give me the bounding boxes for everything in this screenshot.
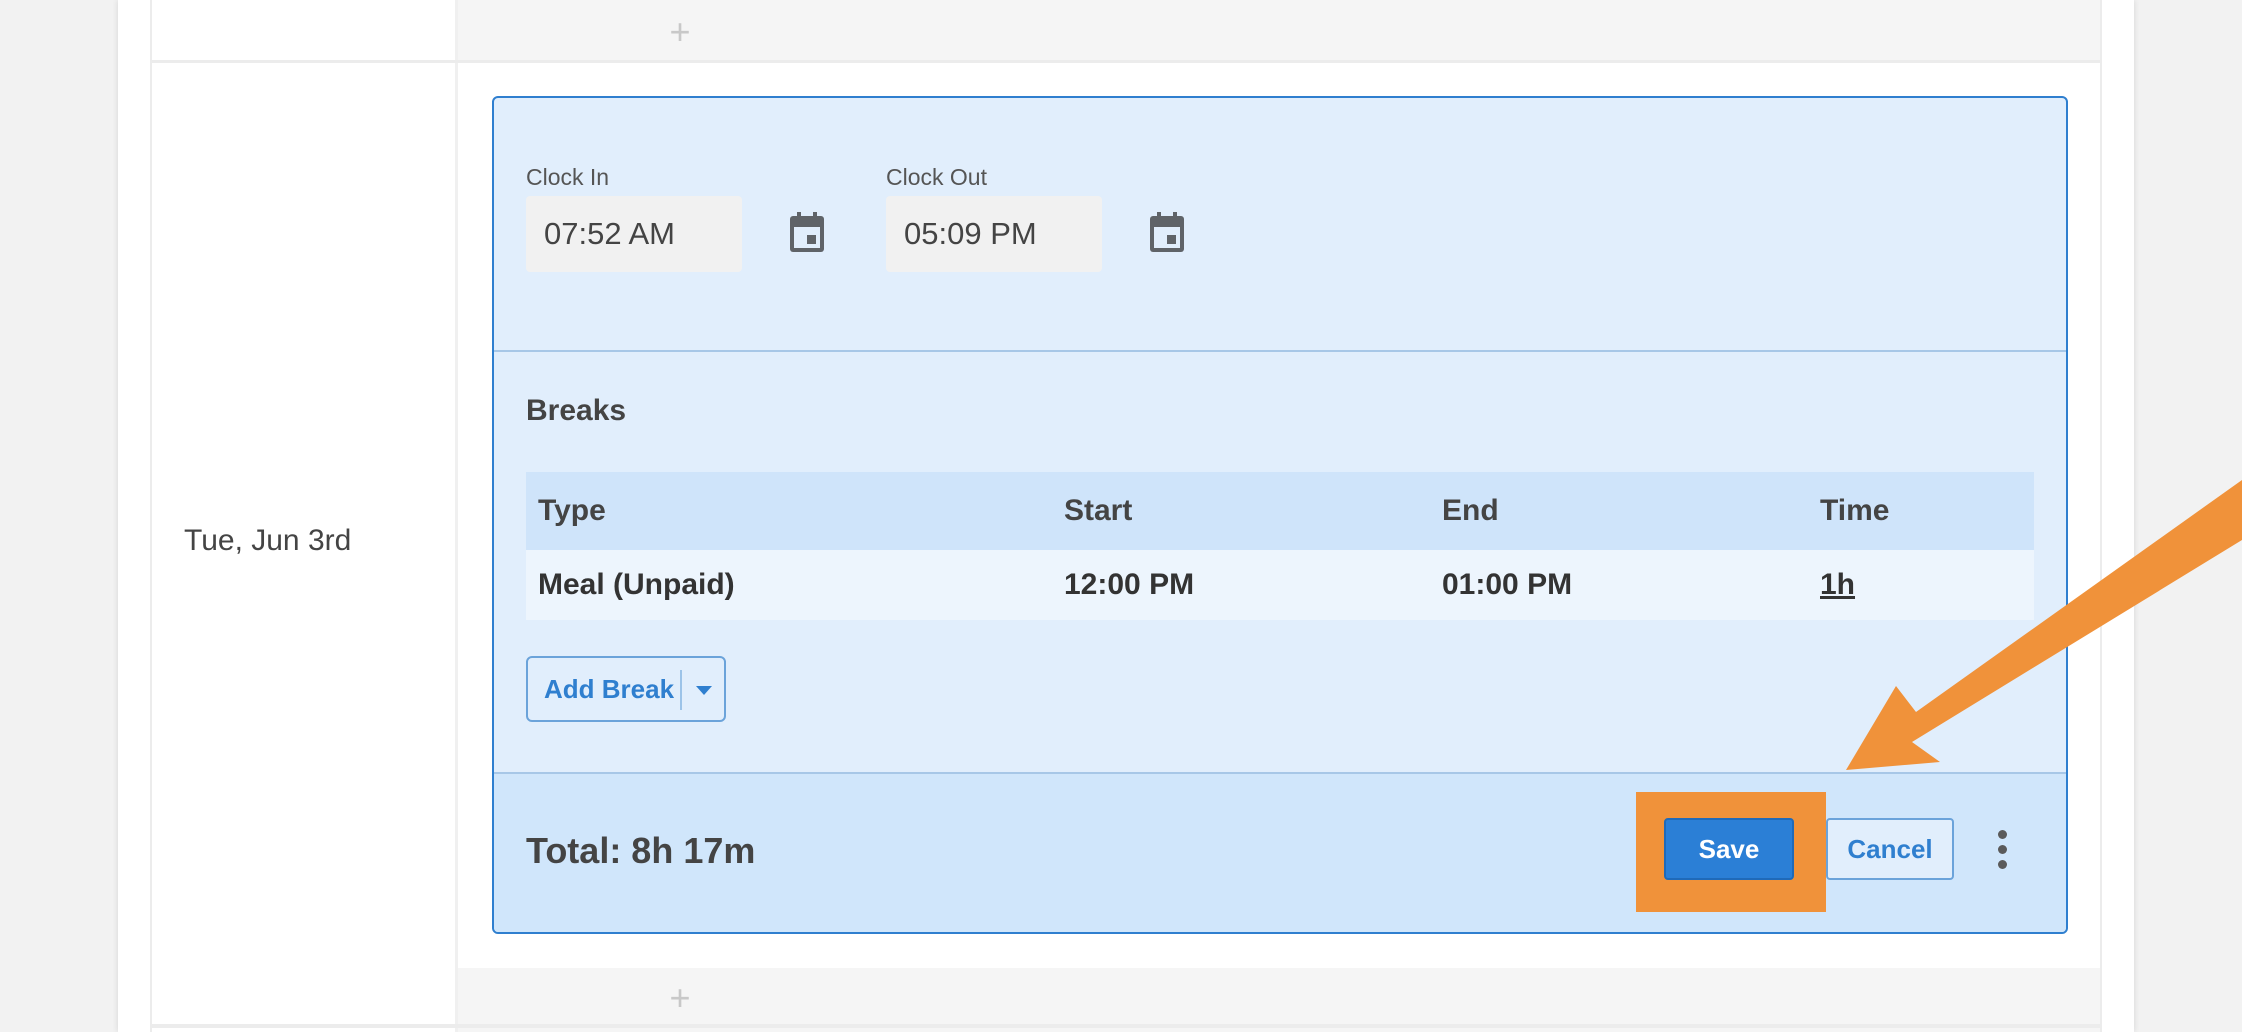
add-entry-plus-icon[interactable]: + (660, 12, 700, 52)
time-entry-editor: Clock In 07:52 AM Clock Out 05:09 PM Bre… (492, 96, 2068, 934)
add-entry-plus-icon[interactable]: + (660, 978, 700, 1018)
clock-out-input[interactable]: 05:09 PM (886, 196, 1102, 272)
editor-footer: Total: 8h 17m Save Cancel (494, 772, 2066, 932)
save-button[interactable]: Save (1664, 818, 1794, 880)
add-break-button[interactable]: Add Break (526, 656, 726, 722)
break-start: 12:00 PM (1064, 568, 1195, 601)
row-divider (150, 60, 2102, 63)
column-header-start: Start (1064, 494, 1133, 527)
grid-border-right (2100, 0, 2102, 1032)
clock-section: Clock In 07:52 AM Clock Out 05:09 PM (494, 98, 2066, 352)
previous-day-row (458, 0, 2100, 60)
clock-in-calendar-icon[interactable] (788, 212, 826, 254)
more-vertical-icon[interactable] (1988, 826, 2016, 874)
add-break-separator (680, 670, 682, 710)
day-label: Tue, Jun 3rd (184, 524, 352, 557)
chevron-down-icon[interactable] (696, 686, 712, 695)
clock-out-label: Clock Out (886, 164, 987, 190)
break-end: 01:00 PM (1442, 568, 1573, 601)
breaks-table-header: Type Start End Time (526, 472, 2034, 550)
column-header-type: Type (538, 494, 606, 527)
clock-in-label: Clock In (526, 164, 610, 190)
add-break-label: Add Break (544, 673, 675, 704)
column-header-time: Time (1820, 494, 1890, 527)
grid-border-left (150, 0, 152, 1032)
column-header-end: End (1442, 494, 1499, 527)
total-hours: Total: 8h 17m (526, 830, 756, 871)
breaks-title: Breaks (526, 394, 627, 427)
next-day-row (458, 968, 2100, 1032)
section-divider (494, 350, 2066, 352)
clock-out-calendar-icon[interactable] (1148, 212, 1186, 254)
break-type: Meal (Unpaid) (538, 568, 735, 601)
clock-in-input[interactable]: 07:52 AM (526, 196, 742, 272)
table-row: Meal (Unpaid) 12:00 PM 01:00 PM 1h (526, 550, 2034, 620)
cancel-button[interactable]: Cancel (1826, 818, 1954, 880)
break-time-link[interactable]: 1h (1820, 550, 1855, 620)
row-divider (150, 1024, 2102, 1028)
footer-divider (494, 772, 2066, 774)
breaks-table: Type Start End Time Meal (Unpaid) 12:00 … (526, 472, 2034, 620)
day-column-divider (455, 0, 458, 1032)
